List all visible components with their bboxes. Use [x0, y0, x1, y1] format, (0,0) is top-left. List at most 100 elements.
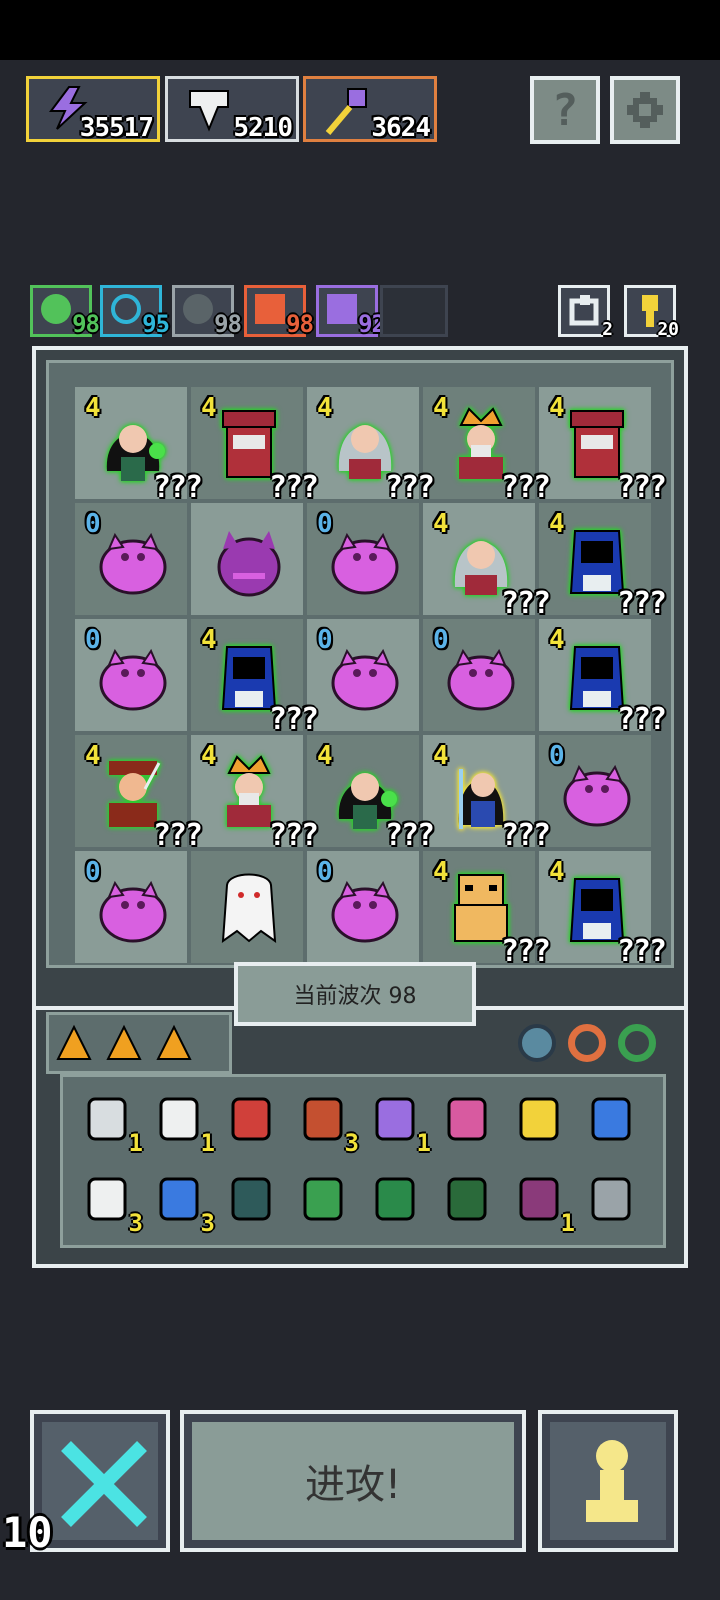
unit-unknown-tag: ??? [616, 934, 667, 969]
reroll-icon [569, 295, 599, 326]
help-button[interactable]: ? [530, 76, 600, 144]
bone-icon[interactable]: 1 [149, 1089, 215, 1157]
unit-unknown-tag: ??? [500, 934, 551, 969]
demon-unit [93, 633, 173, 717]
round-counter: 10 [2, 1508, 53, 1557]
unit-unknown-tag: ??? [500, 586, 551, 621]
unit-unknown-tag: ??? [268, 702, 319, 737]
unit-level: 4 [433, 741, 449, 771]
gear-icon [627, 92, 663, 128]
board-cell-0-1[interactable]: 4??? [191, 387, 319, 505]
board-cell-1-3[interactable]: 4??? [423, 503, 551, 621]
board-cell-4-4[interactable]: 4??? [539, 851, 667, 969]
green-tome-icon[interactable] [365, 1169, 425, 1229]
scroll-icon[interactable]: 1 [77, 1089, 143, 1157]
board-cell-2-0[interactable]: 0 [75, 619, 187, 731]
board-cell-1-1[interactable] [191, 503, 303, 615]
help-label: ? [551, 84, 579, 136]
board-cell-4-1[interactable] [191, 851, 303, 963]
board-cell-1-2[interactable]: 0 [307, 503, 419, 615]
x-stat-icon [183, 294, 213, 324]
wedge-icon-1[interactable] [54, 1023, 94, 1063]
board-cell-2-4[interactable]: 4??? [539, 619, 667, 737]
item-count: 1 [200, 1129, 215, 1157]
player-button[interactable] [538, 1410, 678, 1552]
board-cell-1-4[interactable]: 4??? [539, 503, 667, 621]
beetle-icon[interactable] [518, 1024, 556, 1062]
reroll-counter[interactable]: 2 [558, 285, 613, 340]
unit-unknown-tag: ??? [616, 470, 667, 505]
board-cell-0-3[interactable]: 4??? [423, 387, 551, 505]
board-cell-1-0[interactable]: 0 [75, 503, 187, 615]
stat-orange[interactable]: 98 [244, 285, 314, 338]
wedge-icon-2[interactable] [104, 1023, 144, 1063]
stat-cyan[interactable]: 95 [100, 285, 170, 338]
board-cell-3-3[interactable]: 4??? [423, 735, 551, 853]
demon-unit [325, 865, 405, 949]
wedge-icon-3[interactable] [154, 1023, 194, 1063]
board-cell-4-0[interactable]: 0 [75, 851, 187, 963]
energy-value: 35517 [79, 113, 154, 143]
green-ring-icon[interactable] [618, 1024, 656, 1062]
key-counter[interactable]: 20 [624, 285, 679, 340]
rose-tome-icon[interactable] [437, 1169, 497, 1229]
spiked-helmet-icon[interactable]: 3 [293, 1089, 359, 1157]
board-cell-3-2[interactable]: 4??? [307, 735, 435, 853]
demon-unit [325, 633, 405, 717]
board-cell-4-3[interactable]: 4??? [423, 851, 551, 969]
board-cell-2-3[interactable]: 0 [423, 619, 535, 731]
board-cell-3-4[interactable]: 0 [539, 735, 651, 847]
stat-green[interactable]: 98 [30, 285, 100, 338]
reroll-count: 2 [602, 319, 613, 340]
item-count: 3 [128, 1209, 143, 1237]
attack-button[interactable]: 进攻! [180, 1410, 526, 1552]
unit-unknown-tag: ??? [616, 702, 667, 737]
lever-icon[interactable] [581, 1169, 641, 1229]
unit-level: 4 [85, 741, 101, 771]
bell-icon[interactable] [221, 1169, 281, 1229]
unit-grid: 4??? 4??? 4??? 4??? 4??? 0 0 4??? 4??? 0 4??? 0 0 4??… [75, 387, 667, 969]
arrow-icon[interactable] [437, 1089, 497, 1149]
white-claw-icon[interactable]: 3 [77, 1169, 143, 1237]
board-cell-3-0[interactable]: 4??? [75, 735, 203, 853]
demon-orb-icon[interactable]: 1 [509, 1169, 575, 1237]
currency-energy: 35517 [26, 76, 160, 143]
currency-keys: 3624 [303, 76, 437, 143]
hourglass-icon[interactable]: 3 [149, 1169, 215, 1237]
board-cell-0-2[interactable]: 4??? [307, 387, 435, 505]
unit-unknown-tag: ??? [384, 818, 435, 853]
unit-level: 4 [317, 741, 333, 771]
stat-purple[interactable]: 92 [316, 285, 386, 338]
board-cell-2-1[interactable]: 4??? [191, 619, 319, 737]
board-cell-0-0[interactable]: 4??? [75, 387, 203, 505]
board-cell-2-2[interactable]: 0 [307, 619, 419, 731]
pawn-icon [586, 1440, 638, 1522]
bolt-stat-icon [327, 294, 357, 324]
swirl-stat-icon [111, 294, 141, 324]
green-arrow-icon[interactable] [293, 1169, 353, 1229]
board-inner: 4??? 4??? 4??? 4??? 4??? 0 0 4??? 4??? 0 4??? 0 0 4??… [46, 360, 674, 969]
golden-key-icon[interactable] [509, 1089, 569, 1149]
blue-claw-icon[interactable] [581, 1089, 641, 1149]
board-cell-4-2[interactable]: 0 [307, 851, 419, 963]
unit-level: 4 [201, 625, 217, 655]
stat-cyan-value: 95 [142, 310, 170, 338]
unit-level: 4 [433, 393, 449, 423]
stat-grey[interactable]: 98 [172, 285, 242, 338]
demon-unit [441, 633, 521, 717]
potion-jar-icon[interactable]: 1 [365, 1089, 431, 1157]
unit-level: 4 [549, 625, 565, 655]
soul-icon [189, 90, 229, 132]
unit-level: 0 [433, 625, 449, 655]
stat-green-value: 98 [72, 310, 100, 338]
crab-icon[interactable] [221, 1089, 281, 1149]
board-cell-3-1[interactable]: 4??? [191, 735, 319, 853]
settings-button[interactable] [610, 76, 680, 144]
orange-ring-icon[interactable] [568, 1024, 606, 1062]
unit-level: 0 [317, 857, 333, 887]
ghost-unit [209, 865, 289, 949]
crossed-swords-icon [61, 1441, 147, 1527]
board-cell-0-4[interactable]: 4??? [539, 387, 667, 505]
unit-unknown-tag: ??? [384, 470, 435, 505]
unit-level: 0 [549, 741, 565, 771]
